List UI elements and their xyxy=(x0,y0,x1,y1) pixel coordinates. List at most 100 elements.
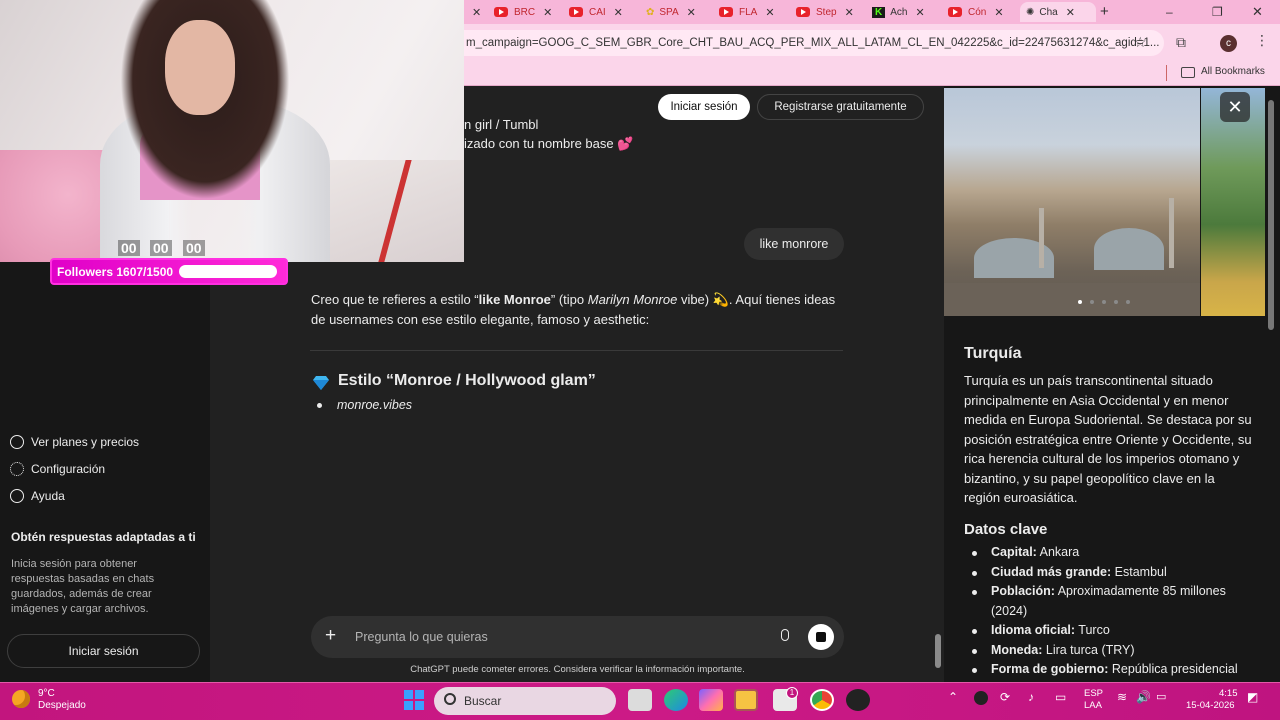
reply-bold-text: like Monroe xyxy=(478,292,551,307)
main-scrollbar[interactable] xyxy=(932,86,944,682)
prompt-input[interactable] xyxy=(355,616,755,658)
tray-expand-icon[interactable]: ⌃ xyxy=(948,690,958,704)
sidebar-item-label: Ver planes y precios xyxy=(31,435,140,449)
wifi-icon[interactable]: ≋ xyxy=(1117,690,1127,704)
fact-value: República presidencial xyxy=(1108,662,1238,676)
panel-scrollbar[interactable] xyxy=(1266,88,1276,682)
obs-icon[interactable] xyxy=(846,689,870,711)
close-tab-icon[interactable]: ✕ xyxy=(765,6,774,19)
followers-progress xyxy=(179,265,278,278)
street-photo[interactable] xyxy=(1201,88,1265,316)
scrollbar-thumb[interactable] xyxy=(1268,100,1274,330)
windows-start-icon[interactable] xyxy=(404,690,424,710)
tab-fla[interactable]: FLA ✕ xyxy=(719,2,789,22)
followers-goal-bar: Followers 1607/1500 xyxy=(50,258,288,285)
stop-icon xyxy=(816,632,826,642)
store-badge: 1 xyxy=(786,687,798,699)
obs-tray-icon[interactable] xyxy=(974,691,988,705)
voice-mode-button[interactable] xyxy=(808,624,834,650)
list-item: Idioma oficial: Turco xyxy=(964,621,1259,641)
new-tab-button[interactable]: + xyxy=(1100,3,1109,20)
tab-spa[interactable]: ✿ SPA ✕ xyxy=(646,2,716,22)
taskbar-search[interactable]: Buscar xyxy=(434,687,616,715)
attach-plus-icon[interactable]: + xyxy=(325,625,336,647)
scrollbar-thumb[interactable] xyxy=(935,634,941,668)
close-tab-icon[interactable]: ✕ xyxy=(543,6,552,19)
login-button[interactable]: Iniciar sesión xyxy=(658,94,750,120)
all-bookmarks-link[interactable]: All Bookmarks xyxy=(1201,66,1265,77)
bookmark-star-icon[interactable]: ☆ xyxy=(1134,34,1147,51)
tab-step[interactable]: Step ✕ xyxy=(796,2,866,22)
close-tab-icon[interactable]: ✕ xyxy=(472,6,481,19)
fact-key: Moneda: xyxy=(991,642,1043,657)
tab-brc[interactable]: BRC ✕ xyxy=(494,2,564,22)
maximize-button[interactable]: ❐ xyxy=(1212,5,1223,19)
clock-date[interactable]: 15-04-2026 xyxy=(1186,700,1235,711)
assistant-reply-intro: Creo que te refieres a estilo “like Monr… xyxy=(311,290,851,310)
webcam-overlay: 00 00 00 xyxy=(0,0,464,262)
help-icon xyxy=(10,489,24,503)
weather-desc[interactable]: Despejado xyxy=(38,700,86,711)
close-window-button[interactable]: ✕ xyxy=(1252,4,1263,20)
sync-icon[interactable]: ⟳ xyxy=(1000,690,1010,704)
tab-partial[interactable]: ✕ xyxy=(464,2,481,22)
battery-icon[interactable]: ▭ xyxy=(1156,690,1166,703)
sidebar-item-help[interactable]: Ayuda xyxy=(10,489,65,503)
disclaimer: ChatGPT puede cometer errores. Considera… xyxy=(410,664,745,675)
face xyxy=(165,20,235,115)
volume-icon[interactable]: 🔊 xyxy=(1136,690,1151,704)
signup-button[interactable]: Registrarse gratuitamente xyxy=(757,94,924,120)
tab-con[interactable]: Cón ✕ xyxy=(948,2,1018,22)
sidebar-item-settings[interactable]: Configuración xyxy=(10,462,105,476)
sparkle-icon xyxy=(10,435,24,449)
profile-avatar[interactable]: c xyxy=(1220,35,1237,52)
tab-ach[interactable]: K Ach ✕ xyxy=(872,2,942,22)
stream-counter: 00 xyxy=(183,240,205,256)
carousel-dot[interactable] xyxy=(1102,300,1106,304)
browser-menu-icon[interactable]: ⋮ xyxy=(1255,32,1269,49)
file-explorer-icon[interactable] xyxy=(734,689,758,711)
tab-label: Cón xyxy=(968,6,987,18)
sidebar-login-button[interactable]: Iniciar sesión xyxy=(7,634,200,668)
address-bar[interactable]: m_campaign=GOOG_C_SEM_GBR_Core_CHT_BAU_A… xyxy=(464,30,1164,56)
minaret xyxy=(1039,208,1044,268)
weather-moon-icon[interactable] xyxy=(12,690,30,708)
sidebar-item-plans[interactable]: Ver planes y precios xyxy=(10,435,139,449)
panel-subtitle: Datos clave xyxy=(964,521,1048,538)
close-tab-icon[interactable]: ✕ xyxy=(994,6,1003,19)
close-tab-icon[interactable]: ✕ xyxy=(845,6,854,19)
language-top[interactable]: ESP xyxy=(1084,688,1103,699)
close-tab-icon[interactable]: ✕ xyxy=(687,6,696,19)
carousel-dot-active[interactable] xyxy=(1078,300,1082,304)
close-tab-icon[interactable]: ✕ xyxy=(915,6,924,19)
minimize-button[interactable]: – xyxy=(1166,5,1173,19)
chat-tray-icon[interactable]: ▭ xyxy=(1055,690,1066,704)
tab-chatgpt[interactable]: ✺ Cha ✕ xyxy=(1020,2,1096,22)
carousel-dot[interactable] xyxy=(1090,300,1094,304)
copilot-icon[interactable] xyxy=(699,689,723,711)
close-tab-icon[interactable]: ✕ xyxy=(614,6,623,19)
mic-tray-icon[interactable]: ♪ xyxy=(1028,690,1034,704)
carousel-dot[interactable] xyxy=(1126,300,1130,304)
close-panel-button[interactable]: ✕ xyxy=(1220,92,1250,122)
panel-description: Turquía es un país transcontinental situ… xyxy=(964,373,1252,505)
reply-italic-text: Marilyn Monroe xyxy=(587,292,678,307)
bookmarks-divider xyxy=(1166,65,1167,81)
istanbul-photo[interactable] xyxy=(944,88,1200,316)
microphone-icon[interactable] xyxy=(781,629,789,641)
task-view-icon[interactable] xyxy=(628,689,652,711)
weather-temp[interactable]: 9°C xyxy=(38,688,55,699)
user-message-bubble: like monrore xyxy=(744,228,844,260)
search-icon xyxy=(444,693,456,705)
clock-time[interactable]: 4:15 xyxy=(1219,688,1238,699)
chrome-icon[interactable] xyxy=(810,689,834,711)
notifications-icon[interactable]: ◩ xyxy=(1247,690,1258,704)
close-tab-icon[interactable]: ✕ xyxy=(1066,6,1075,19)
list-item: Capital: Ankara xyxy=(964,543,1259,563)
edge-icon[interactable] xyxy=(664,689,688,711)
extensions-icon[interactable]: ⧉ xyxy=(1176,34,1186,51)
language-bottom[interactable]: LAA xyxy=(1084,700,1102,711)
carousel-dot[interactable] xyxy=(1114,300,1118,304)
followers-label: Followers 1607/1500 xyxy=(57,264,174,279)
tab-cai[interactable]: CAI ✕ xyxy=(569,2,639,22)
